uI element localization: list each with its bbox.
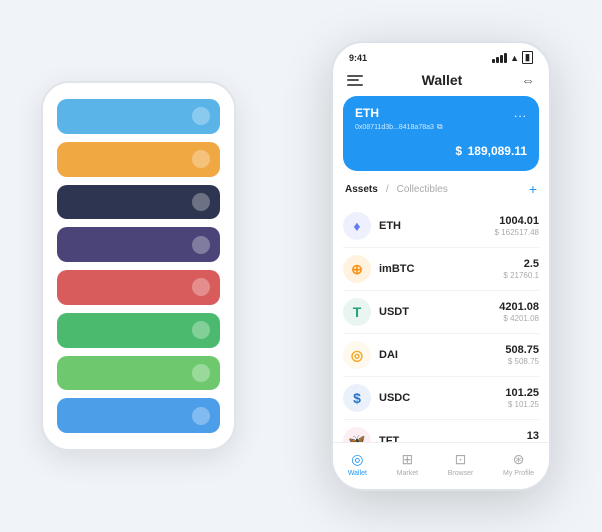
asset-item-imbtc[interactable]: ⊕ imBTC2.5$ 21760.1 [343,248,539,291]
asset-icon-eth: ♦ [343,212,371,240]
status-icons: ▲ ▮ [492,51,533,64]
asset-amounts-tft: 130 [527,430,539,442]
time: 9:41 [349,53,367,63]
color-card-icon [192,107,210,125]
asset-amounts-dai: 508.75$ 508.75 [505,344,539,366]
color-card-icon [192,364,210,382]
asset-amount-primary: 101.25 [505,387,539,399]
asset-amount-secondary: $ 101.25 [505,400,539,409]
asset-item-usdt[interactable]: T USDT4201.08$ 4201.08 [343,291,539,334]
eth-card: ETH 0x08711d3b...8418a78a3 ⧉ ... $ 189,0… [343,96,539,171]
asset-item-eth[interactable]: ♦ ETH1004.01$ 162517.48 [343,205,539,248]
color-card-card-red [57,270,220,305]
color-card-card-blue-light [57,99,220,134]
color-card-card-green [57,313,220,348]
top-nav: Wallet ⇔ [333,68,549,96]
nav-title: Wallet [422,72,463,88]
nav-label-market: Market [397,470,418,477]
profile-nav-icon: ⊛ [513,451,525,468]
asset-amounts-imbtc: 2.5$ 21760.1 [503,258,539,280]
color-card-card-purple [57,227,220,262]
asset-icon-dai: ◎ [343,341,371,369]
eth-card-more-icon[interactable]: ... [514,106,527,120]
phone-back [41,81,236,451]
asset-name-tft: TFT [379,435,527,442]
color-card-card-orange [57,142,220,177]
asset-amount-primary: 4201.08 [499,301,539,313]
asset-item-dai[interactable]: ◎ DAI508.75$ 508.75 [343,334,539,377]
tab-separator: / [386,184,389,195]
asset-item-tft[interactable]: 🦋 TFT130 [343,420,539,442]
color-card-icon [192,150,210,168]
color-card-icon [192,236,210,254]
asset-amount-primary: 13 [527,430,539,442]
wallet-nav-icon: ◎ [351,451,363,468]
add-asset-button[interactable]: + [529,181,537,197]
asset-amount-primary: 1004.01 [495,215,540,227]
tab-assets[interactable]: Assets [345,184,378,195]
color-card-icon [192,193,210,211]
bottom-nav: ◎ Wallet ⊞ Market ⊡ Browser ⊛ My Profile [333,442,549,489]
nav-item-wallet[interactable]: ◎ Wallet [348,451,367,477]
nav-item-my-profile[interactable]: ⊛ My Profile [503,451,534,477]
asset-amounts-eth: 1004.01$ 162517.48 [495,215,540,237]
nav-item-market[interactable]: ⊞ Market [397,451,418,477]
battery-icon: ▮ [522,51,533,64]
nav-label-wallet: Wallet [348,470,367,477]
asset-amounts-usdt: 4201.08$ 4201.08 [499,301,539,323]
wifi-icon: ▲ [510,53,519,63]
assets-tabs: Assets / Collectibles [345,184,448,195]
color-card-card-light-green [57,356,220,391]
asset-name-imbtc: imBTC [379,263,503,275]
asset-name-eth: ETH [379,220,495,232]
asset-name-usdt: USDT [379,306,499,318]
asset-item-usdc[interactable]: $ USDC101.25$ 101.25 [343,377,539,420]
asset-list: ♦ ETH1004.01$ 162517.48 ⊕ imBTC2.5$ 21760.1… [333,205,549,442]
expand-icon[interactable]: ⇔ [521,72,535,88]
asset-amount-primary: 2.5 [503,258,539,270]
asset-name-usdc: USDC [379,392,505,404]
nav-label-browser: Browser [448,470,474,477]
asset-icon-tft: 🦋 [343,427,371,442]
status-bar: 9:41 ▲ ▮ [333,43,549,68]
eth-card-title: ETH [355,106,443,120]
assets-header: Assets / Collectibles + [333,181,549,205]
asset-icon-imbtc: ⊕ [343,255,371,283]
color-card-icon [192,321,210,339]
asset-amount-primary: 508.75 [505,344,539,356]
color-card-icon [192,407,210,425]
eth-card-amount: $ 189,089.11 [355,138,527,161]
asset-amount-secondary: $ 4201.08 [499,314,539,323]
nav-item-browser[interactable]: ⊡ Browser [448,451,474,477]
asset-amount-secondary: $ 508.75 [505,357,539,366]
asset-amount-secondary: $ 21760.1 [503,271,539,280]
asset-icon-usdt: T [343,298,371,326]
tab-collectibles[interactable]: Collectibles [397,184,448,195]
asset-amount-secondary: $ 162517.48 [495,228,540,237]
browser-nav-icon: ⊡ [455,451,467,468]
scene: 9:41 ▲ ▮ Wallet ⇔ [21,21,581,511]
phone-front: 9:41 ▲ ▮ Wallet ⇔ [331,41,551,491]
asset-icon-usdc: $ [343,384,371,412]
color-card-icon [192,278,210,296]
asset-name-dai: DAI [379,349,505,361]
color-card-card-blue [57,398,220,433]
eth-card-address: 0x08711d3b...8418a78a3 ⧉ [355,122,443,132]
menu-icon[interactable] [347,75,363,86]
color-card-card-dark-navy [57,185,220,220]
market-nav-icon: ⊞ [401,451,413,468]
asset-amounts-usdc: 101.25$ 101.25 [505,387,539,409]
nav-label-my-profile: My Profile [503,470,534,477]
